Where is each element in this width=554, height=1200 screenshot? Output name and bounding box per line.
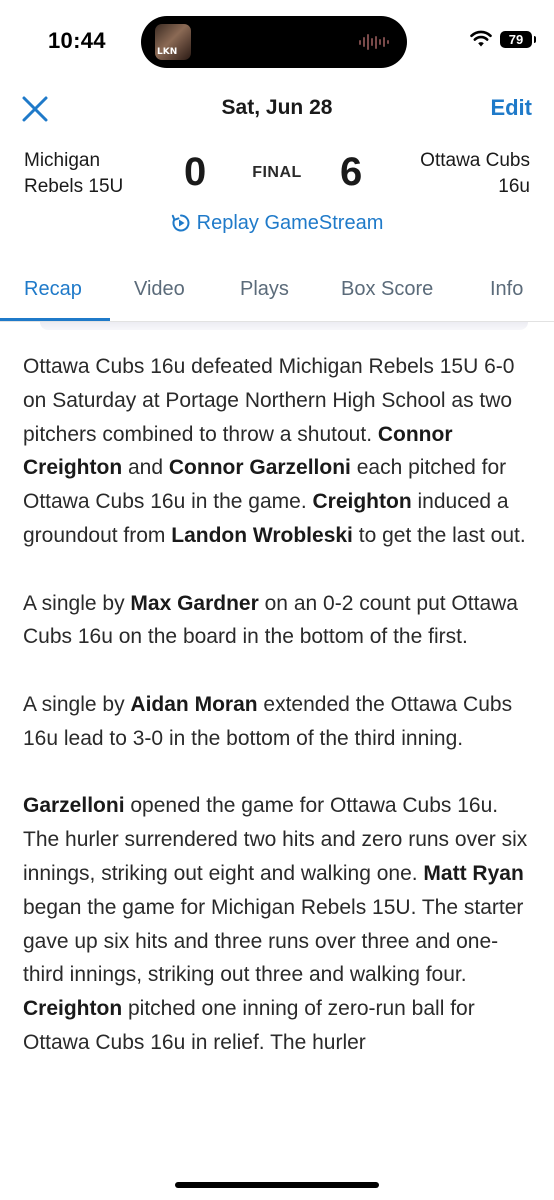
tab-box-score[interactable]: Box Score [341, 278, 433, 301]
player-name: Creighton [23, 997, 123, 1021]
recap-text: A single by [23, 692, 131, 716]
content-top-shadow [40, 322, 528, 330]
player-name: Garzelloni [23, 794, 125, 818]
recap-paragraph: A single by Max Gardner on an 0-2 count … [23, 587, 533, 655]
tab-recap[interactable]: Recap [24, 278, 82, 301]
dynamic-island[interactable]: LKN [141, 16, 407, 68]
battery-icon: 79 [500, 30, 536, 48]
replay-gamestream-link[interactable]: Replay GameStream [0, 208, 554, 238]
edit-button[interactable]: Edit [490, 95, 532, 121]
game-header: Sat, Jun 28 Edit [0, 84, 554, 132]
home-team-name[interactable]: Ottawa Cubs 16u [420, 148, 530, 200]
tab-video[interactable]: Video [134, 278, 185, 301]
tab-plays[interactable]: Plays [240, 278, 289, 301]
status-indicators: 79 [470, 30, 536, 48]
page-title: Sat, Jun 28 [221, 96, 333, 119]
replay-label: Replay GameStream [196, 211, 384, 234]
recap-text: to get the last out. [352, 523, 526, 547]
recap-paragraph: A single by Aidan Moran extended the Ott… [23, 688, 533, 756]
audio-wave-icon [359, 32, 389, 52]
home-score: 6 [340, 150, 363, 194]
home-indicator[interactable] [175, 1182, 379, 1188]
player-name: Landon Wrobleski [171, 523, 353, 547]
recap-text: and [122, 456, 169, 480]
recap-text: A single by [23, 591, 131, 615]
active-tab-indicator [0, 318, 110, 321]
artwork-text: LKN [157, 47, 178, 57]
status-time: 10:44 [48, 28, 106, 53]
recap-paragraph: Ottawa Cubs 16u defeated Michigan Rebels… [23, 350, 533, 553]
player-name: Aidan Moran [130, 692, 258, 716]
recap-paragraph: Garzelloni opened the game for Ottawa Cu… [23, 789, 533, 1059]
home-team-line1: Ottawa Cubs [420, 150, 530, 171]
recap-text: began the game for Michigan Rebels 15U. … [23, 895, 524, 987]
home-team-line2: 16u [498, 176, 530, 197]
recap-article: Ottawa Cubs 16u defeated Michigan Rebels… [23, 350, 533, 1094]
player-name: Creighton [312, 490, 412, 514]
tab-bar: Recap Video Plays Box Score Info [0, 270, 554, 322]
player-name: Max Gardner [130, 591, 259, 615]
wifi-icon [470, 30, 492, 47]
player-name: Matt Ryan [423, 861, 524, 885]
now-playing-artwork: LKN [155, 24, 191, 60]
status-bar: 10:44 LKN 79 [0, 0, 554, 84]
tab-info[interactable]: Info [490, 278, 523, 301]
scoreboard: Michigan Rebels 15U 0 FINAL 6 Ottawa Cub… [0, 140, 554, 210]
player-name: Connor Garzelloni [168, 456, 351, 480]
replay-icon [171, 214, 190, 232]
